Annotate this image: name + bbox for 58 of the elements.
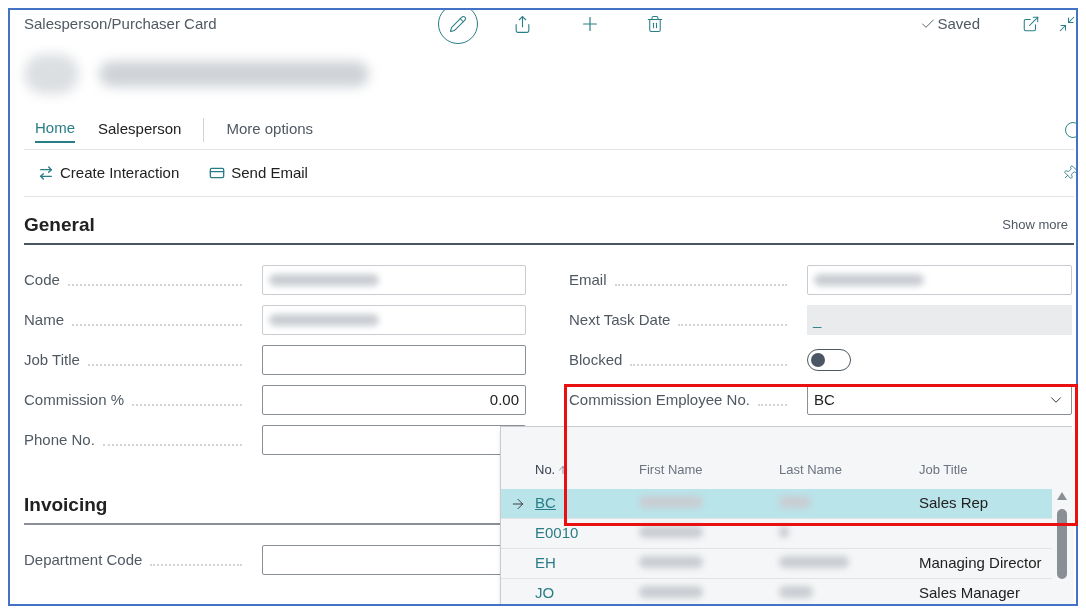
input-field[interactable] [807, 265, 1072, 295]
table-cell: Sales Rep [919, 494, 989, 512]
tab[interactable]: Home [35, 116, 75, 143]
blurred-patch [24, 54, 79, 94]
input-field[interactable] [262, 425, 526, 455]
action-button[interactable]: Create Interaction [38, 161, 180, 185]
field-label: Email [569, 269, 607, 290]
input-field[interactable] [262, 265, 526, 295]
field-label: Commission Employee No. [569, 389, 750, 410]
open-in-new-icon[interactable] [1022, 15, 1040, 33]
section-title: Invoicing [24, 492, 108, 517]
tab[interactable]: More options [226, 116, 314, 143]
input-field[interactable]: 0.00 [262, 385, 526, 415]
blurred-patch [639, 526, 703, 539]
table-cell: Managing Director [919, 554, 1042, 572]
input-field: _ [807, 305, 1072, 335]
tab[interactable]: Salesperson [98, 116, 182, 143]
delete-icon[interactable] [645, 15, 664, 33]
blurred-patch [779, 556, 849, 569]
select-field[interactable]: BC [807, 385, 1072, 415]
row-number-link[interactable]: JO [535, 584, 555, 602]
column-header[interactable]: First Name [639, 460, 703, 480]
field-label: Job Title [24, 349, 80, 370]
arrows-icon [38, 165, 54, 181]
collapse-icon[interactable] [1058, 15, 1076, 33]
blurred-patch [639, 556, 703, 569]
column-header[interactable]: Last Name [779, 460, 842, 480]
show-more-link[interactable]: Show more [1002, 215, 1068, 235]
blurred-patch [779, 586, 813, 599]
card-icon [209, 165, 226, 181]
table-cell: Sales Manager [919, 584, 1020, 602]
lookup-row[interactable]: BC Sales Rep [501, 489, 1053, 519]
column-header[interactable]: No. [535, 460, 556, 480]
input-field[interactable] [262, 305, 526, 335]
lookup-row[interactable]: E0010 [501, 519, 1053, 549]
page-title: Salesperson/Purchaser Card [24, 13, 218, 34]
field-label: Department Code [24, 549, 143, 570]
field-label: Phone No. [24, 429, 95, 450]
section-title: General [24, 212, 95, 237]
input-field[interactable] [262, 345, 526, 375]
blurred-patch [639, 586, 703, 599]
column-header[interactable]: Job Title [919, 460, 968, 480]
field-label: Blocked [569, 349, 623, 370]
lookup-row[interactable]: JO Sales Manager [501, 579, 1053, 604]
field-label: Name [24, 309, 64, 330]
blurred-patch [779, 526, 789, 539]
row-number-link[interactable]: EH [535, 554, 556, 572]
scroll-up-icon[interactable] [1056, 491, 1068, 501]
row-number-link[interactable]: BC [535, 494, 556, 512]
pencil-icon [448, 15, 467, 33]
saved-status: Saved [937, 13, 981, 34]
field-label: Code [24, 269, 60, 290]
toggle-switch[interactable] [807, 349, 851, 371]
field-label: Commission % [24, 389, 125, 410]
lookup-row[interactable]: EH Managing Director [501, 549, 1053, 579]
action-button[interactable]: Send Email [209, 161, 308, 185]
field-label: Next Task Date [569, 309, 671, 330]
row-number-link[interactable]: E0010 [535, 524, 579, 542]
